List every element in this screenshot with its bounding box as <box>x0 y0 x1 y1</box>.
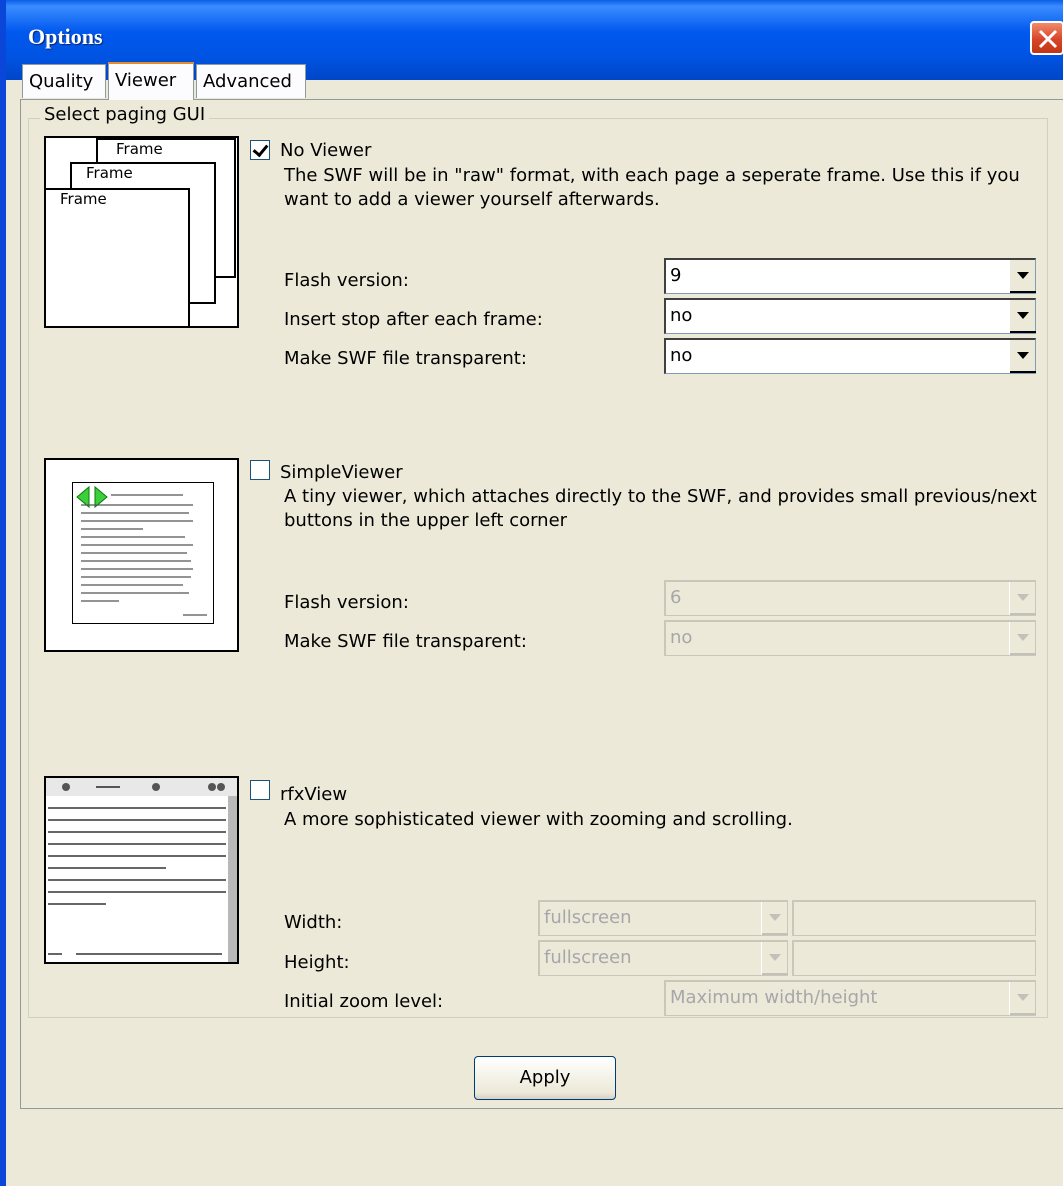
simpleviewer-title: SimpleViewer <box>280 462 403 483</box>
simpleviewer-thumbnail <box>44 458 239 652</box>
no-viewer-transparent-select[interactable]: no <box>664 338 1036 374</box>
height-select[interactable]: fullscreen <box>538 940 788 976</box>
simpleviewer-checkbox[interactable] <box>250 460 270 480</box>
options-window: Options Quality Viewer Advanced Select p… <box>0 0 1063 1186</box>
page-preview <box>72 482 214 624</box>
close-icon <box>1038 29 1058 49</box>
groupbox-label: Select paging GUI <box>40 104 210 125</box>
no-viewer-title: No Viewer <box>280 140 372 161</box>
frame-thumb-front: Frame <box>46 188 190 326</box>
insert-stop-select[interactable]: no <box>664 298 1036 334</box>
no-viewer-description: The SWF will be in "raw" format, with ea… <box>284 165 1020 210</box>
tab-viewer[interactable]: Viewer <box>108 62 194 100</box>
width-value-input[interactable] <box>792 900 1036 936</box>
simpleviewer-flash-version-label: Flash version: <box>284 592 409 613</box>
dropdown-arrow-icon[interactable] <box>1009 260 1036 293</box>
select-value: fullscreen <box>544 907 632 928</box>
dropdown-arrow-icon[interactable] <box>1009 622 1036 655</box>
insert-stop-label: Insert stop after each frame: <box>284 309 543 330</box>
select-value: 9 <box>670 265 682 286</box>
no-viewer-thumbnail: Frame Frame Frame <box>44 136 239 328</box>
simpleviewer-transparent-label: Make SWF file transparent: <box>284 631 527 652</box>
select-value: Maximum width/height <box>670 987 878 1008</box>
tab-advanced-label: Advanced <box>203 71 292 92</box>
tab-advanced[interactable]: Advanced <box>196 64 306 98</box>
apply-button[interactable]: Apply <box>474 1056 616 1100</box>
rfxview-title: rfxView <box>280 784 348 805</box>
select-value: 6 <box>670 587 682 608</box>
select-value: fullscreen <box>544 947 632 968</box>
frame-label: Frame <box>60 190 107 208</box>
dropdown-arrow-icon[interactable] <box>1009 300 1036 333</box>
window-title: Options <box>28 24 103 49</box>
dropdown-arrow-icon[interactable] <box>1009 582 1036 615</box>
dropdown-arrow-icon[interactable] <box>761 902 788 935</box>
width-select[interactable]: fullscreen <box>538 900 788 936</box>
height-label: Height: <box>284 952 350 973</box>
tab-viewer-label: Viewer <box>115 70 177 91</box>
simpleviewer-transparent-select[interactable]: no <box>664 620 1036 656</box>
width-label: Width: <box>284 912 343 933</box>
dropdown-arrow-icon[interactable] <box>761 942 788 975</box>
select-value: no <box>670 627 693 648</box>
no-viewer-checkbox[interactable] <box>250 140 270 160</box>
select-value: no <box>670 345 693 366</box>
rfxview-description: A more sophisticated viewer with zooming… <box>284 809 793 830</box>
close-button[interactable] <box>1030 21 1063 55</box>
dropdown-arrow-icon[interactable] <box>1009 982 1036 1015</box>
simpleviewer-description: A tiny viewer, which attaches directly t… <box>284 486 1037 531</box>
initial-zoom-select[interactable]: Maximum width/height <box>664 980 1036 1016</box>
frame-label: Frame <box>86 164 133 182</box>
height-value-input[interactable] <box>792 940 1036 976</box>
dropdown-arrow-icon[interactable] <box>1009 340 1036 373</box>
no-viewer-flash-version-label: Flash version: <box>284 270 409 291</box>
frame-label: Frame <box>116 140 163 158</box>
rfxview-thumbnail <box>44 776 239 964</box>
rfxview-checkbox[interactable] <box>250 780 270 800</box>
tab-quality[interactable]: Quality <box>22 64 106 98</box>
select-value: no <box>670 305 693 326</box>
simpleviewer-flash-version-select[interactable]: 6 <box>664 580 1036 616</box>
no-viewer-flash-version-select[interactable]: 9 <box>664 258 1036 294</box>
no-viewer-transparent-label: Make SWF file transparent: <box>284 348 527 369</box>
tab-quality-label: Quality <box>29 71 94 92</box>
rfxview-preview-graphic <box>46 778 237 962</box>
initial-zoom-label: Initial zoom level: <box>284 991 444 1012</box>
page-preview-graphic <box>76 485 207 616</box>
